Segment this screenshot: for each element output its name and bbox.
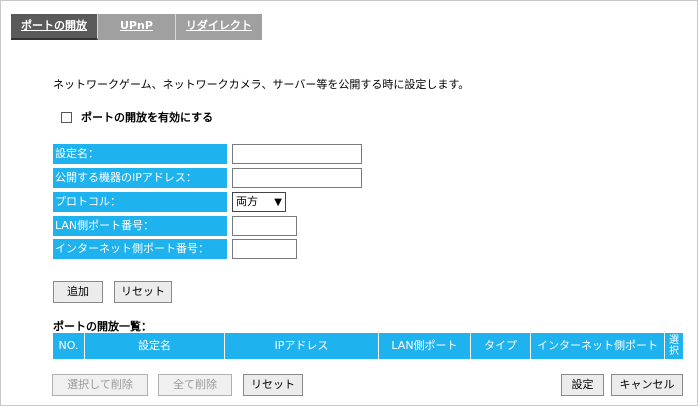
enable-label: ポートの開放を有効にする — [81, 111, 214, 124]
name-label: 設定名： — [53, 144, 227, 164]
col-select: 選択 — [669, 335, 679, 357]
lan-port-label: LAN側ポート番号： — [53, 216, 227, 236]
tab-redirect[interactable]: リダイレクト — [175, 14, 262, 40]
delete-selected-button[interactable]: 選択して削除 — [52, 374, 148, 396]
wan-port-input[interactable] — [232, 239, 297, 259]
name-input[interactable] — [232, 144, 362, 164]
enable-port-forwarding[interactable]: ポートの開放を有効にする — [61, 109, 213, 125]
tab-port-forwarding[interactable]: ポートの開放 — [11, 14, 98, 40]
lan-port-row: LAN側ポート番号： — [53, 216, 227, 236]
wan-port-row: インターネット側ポート番号： — [53, 239, 227, 259]
reset-list-button[interactable]: リセット — [243, 374, 303, 396]
add-button[interactable]: 追加 — [53, 281, 103, 303]
col-ip: IPアドレス — [225, 333, 379, 359]
tab-bar: ポートの開放 UPnP リダイレクト — [11, 14, 262, 40]
col-wan-port: インターネット側ポート — [531, 333, 665, 359]
settings-panel: ポートの開放 UPnP リダイレクト ネットワークゲーム、ネットワークカメラ、サ… — [0, 0, 698, 406]
col-no: NO. — [53, 333, 85, 359]
col-name: 設定名 — [85, 333, 225, 359]
description-text: ネットワークゲーム、ネットワークカメラ、サーバー等を公開する時に設定します。 — [53, 78, 470, 91]
apply-button[interactable]: 設定 — [561, 374, 604, 396]
col-type: タイプ — [471, 333, 531, 359]
wan-port-label: インターネット側ポート番号： — [53, 239, 227, 259]
chevron-down-icon: ▼ — [274, 197, 282, 208]
ip-row: 公開する機器のIPアドレス： — [53, 168, 227, 188]
reset-button[interactable]: リセット — [114, 281, 172, 303]
list-title: ポートの開放一覧： — [53, 320, 152, 333]
protocol-value: 両方 — [236, 195, 258, 208]
list-header: NO. 設定名 IPアドレス LAN側ポート タイプ インターネット側ポート 選… — [53, 333, 683, 359]
tab-upnp[interactable]: UPnP — [98, 14, 176, 40]
ip-input[interactable] — [232, 168, 362, 188]
ip-label: 公開する機器のIPアドレス： — [53, 168, 227, 188]
protocol-select[interactable]: 両方 ▼ — [232, 192, 286, 212]
delete-all-button[interactable]: 全て削除 — [158, 374, 232, 396]
name-row: 設定名： — [53, 144, 227, 164]
cancel-button[interactable]: キャンセル — [611, 374, 683, 396]
enable-checkbox[interactable] — [61, 111, 72, 123]
col-lan-port: LAN側ポート — [379, 333, 471, 359]
lan-port-input[interactable] — [232, 216, 297, 236]
protocol-row: プロトコル： — [53, 192, 227, 212]
protocol-label: プロトコル： — [53, 192, 227, 212]
